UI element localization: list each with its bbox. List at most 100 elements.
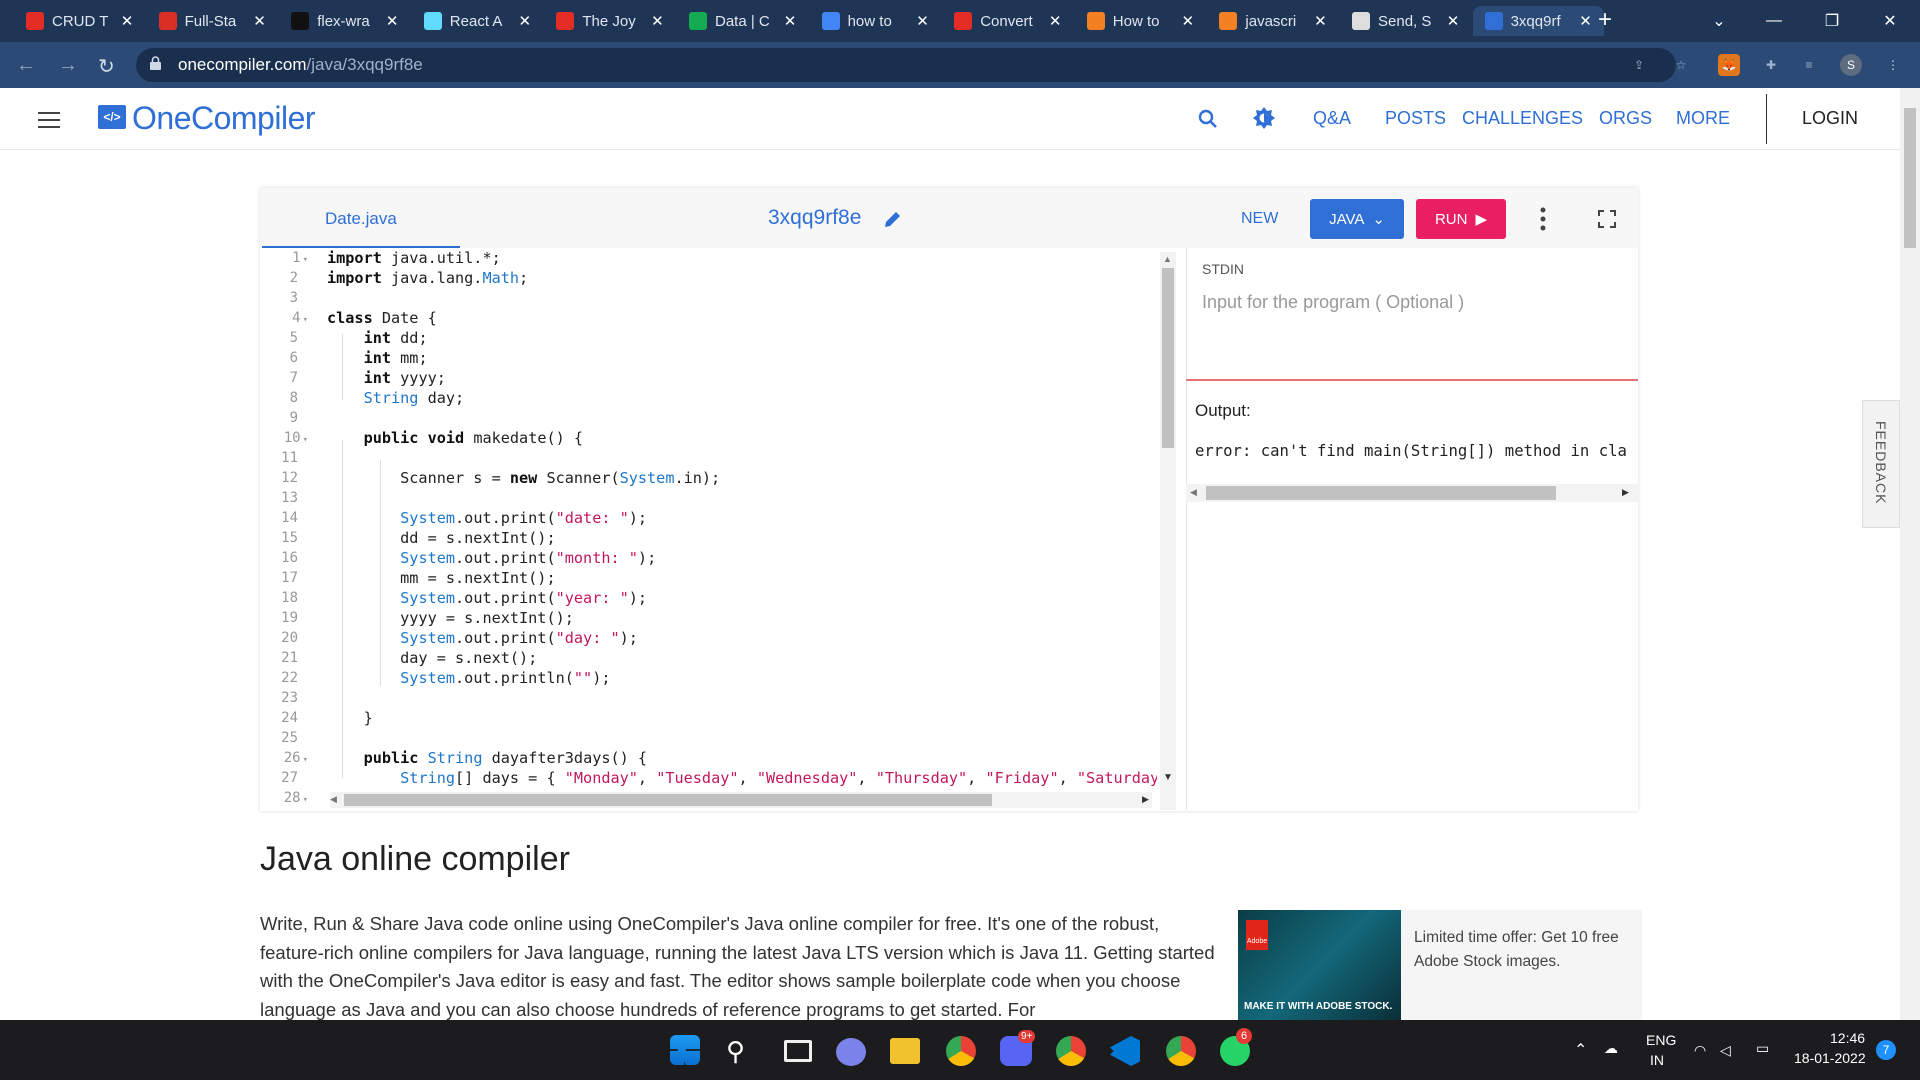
fold-arrow-icon[interactable]: ▾ [303,435,308,445]
close-icon[interactable]: ✕ [647,12,667,30]
hamburger-menu-icon[interactable] [38,112,60,128]
nav-more[interactable]: MORE [1676,108,1730,129]
close-icon[interactable]: ✕ [1443,12,1463,30]
browser-tab[interactable]: 3xqq9rf ✕ [1472,6,1604,36]
fold-arrow-icon[interactable]: ▾ [303,755,308,765]
site-logo[interactable]: OneCompiler [132,100,316,137]
feedback-tab[interactable]: FEEDBACK [1862,400,1900,528]
close-icon[interactable]: ✕ [250,12,270,30]
reload-icon[interactable]: ↻ [98,54,115,79]
browser-tab[interactable]: how to ✕ [810,6,941,36]
editor-horizontal-scroll-thumb[interactable] [344,794,992,806]
close-icon[interactable]: ✕ [780,12,800,30]
close-window-button[interactable]: ✕ [1861,0,1919,42]
fold-arrow-icon[interactable]: ▾ [303,315,308,325]
close-icon[interactable]: ✕ [117,12,137,30]
stdin-input[interactable]: Input for the program ( Optional ) [1202,292,1464,313]
browser-tab[interactable]: Convert ✕ [942,6,1073,36]
output-scroll-right-icon[interactable]: ▶ [1622,487,1629,498]
browser-tab[interactable]: How to ✕ [1075,6,1206,36]
nav-posts[interactable]: POSTS [1385,108,1446,129]
close-icon[interactable]: ✕ [1178,12,1198,30]
close-icon[interactable]: ✕ [515,12,535,30]
share-icon[interactable]: ⇪ [1628,54,1650,76]
project-name[interactable]: 3xqq9rf8e [768,206,861,230]
tray-chevron-icon[interactable]: ⌃ [1574,1040,1587,1060]
scroll-left-icon[interactable]: ◀ [330,794,337,805]
volume-icon[interactable]: ◁ [1720,1042,1731,1059]
close-icon[interactable]: ✕ [913,12,933,30]
chrome-profile-icon[interactable] [1056,1036,1086,1066]
close-icon[interactable]: ✕ [382,12,402,30]
browser-tab[interactable]: Data | C ✕ [677,6,808,36]
browser-tab[interactable]: The Joy ✕ [544,6,675,36]
forward-icon[interactable]: → [58,54,78,77]
login-link[interactable]: LOGIN [1802,108,1858,129]
page-scroll-thumb[interactable] [1904,108,1916,248]
browser-tab[interactable]: Full-Sta ✕ [147,6,278,36]
edit-pencil-icon[interactable] [882,208,904,230]
scroll-right-icon[interactable]: ▶ [1142,794,1149,805]
minimize-button[interactable]: — [1745,0,1803,42]
teams-chat-icon[interactable] [836,1038,866,1066]
language-top[interactable]: ENG [1646,1032,1676,1048]
output-scroll-left-icon[interactable]: ◀ [1190,487,1197,498]
editor-vertical-scroll-thumb[interactable] [1162,268,1174,448]
language-select[interactable]: JAVA ⌄ [1310,199,1404,239]
fold-arrow-icon[interactable]: ▾ [303,795,308,805]
file-explorer-icon[interactable] [890,1038,920,1064]
nav-orgs[interactable]: ORGS [1599,108,1652,129]
battery-icon[interactable]: ▭ [1756,1040,1769,1057]
browser-tab[interactable]: React A ✕ [412,6,543,36]
browser-tab[interactable]: Send, S ✕ [1340,6,1471,36]
notification-badge[interactable]: 7 [1876,1040,1896,1060]
nav-challenges[interactable]: CHALLENGES [1462,108,1583,129]
extensions-puzzle-icon[interactable]: ✚ [1760,54,1782,76]
close-icon[interactable]: ✕ [1310,12,1330,30]
browser-tab[interactable]: flex-wra ✕ [279,6,410,36]
search-icon[interactable] [1197,108,1219,130]
taskbar-search-icon[interactable]: ⚲ [726,1036,758,1068]
tab-search-icon[interactable]: ⌄ [1690,0,1748,42]
language-bottom[interactable]: IN [1650,1052,1664,1068]
line-number-text: 9 [289,410,298,426]
chrome-second-profile-icon[interactable] [1166,1036,1196,1066]
scroll-down-icon[interactable]: ▼ [1163,772,1173,783]
browser-tab[interactable]: javascri ✕ [1207,6,1338,36]
ad-text[interactable]: Limited time offer: Get 10 free Adobe St… [1414,926,1624,974]
onedrive-icon[interactable]: ☁ [1604,1040,1618,1057]
browser-menu-icon[interactable]: ⋮ [1882,54,1904,76]
chrome-icon[interactable] [946,1036,976,1066]
mongodb-icon [689,12,707,30]
code-line: int mm; [363,349,428,367]
new-button[interactable]: NEW [1241,210,1278,228]
clock-time[interactable]: 12:46 [1830,1030,1865,1046]
task-view-icon[interactable] [784,1040,812,1062]
url-text[interactable]: onecompiler.com/java/3xqq9rf8e [178,55,423,75]
bookmark-star-icon[interactable]: ☆ [1670,54,1692,76]
line-number: 27 [260,768,308,788]
stdin-underline [1186,379,1638,381]
more-options-icon[interactable] [1540,206,1546,232]
scroll-up-icon[interactable]: ▲ [1163,254,1172,264]
file-tab[interactable]: Date.java [325,209,397,229]
theme-toggle-icon[interactable] [1252,106,1276,130]
close-icon[interactable]: ✕ [1576,12,1596,30]
onecompiler-logo-icon[interactable]: </> [98,105,126,129]
metamask-extension-icon[interactable]: 🦊 [1718,54,1740,76]
back-icon[interactable]: ← [16,54,36,77]
run-button[interactable]: RUN ▶ [1416,199,1506,239]
restore-button[interactable]: ❐ [1803,0,1861,42]
clock-date[interactable]: 18-01-2022 [1794,1050,1866,1066]
fullscreen-icon[interactable] [1598,210,1616,228]
wifi-icon[interactable]: ◠ [1694,1042,1706,1059]
browser-tab[interactable]: CRUD T ✕ [14,6,145,36]
output-scroll-thumb[interactable] [1206,486,1556,500]
line-number-text: 11 [281,450,298,466]
nav-qa[interactable]: Q&A [1313,108,1351,129]
profile-avatar[interactable]: S [1840,54,1862,76]
new-tab-button[interactable]: + [1598,6,1612,34]
fold-arrow-icon[interactable]: ▾ [303,255,308,265]
close-icon[interactable]: ✕ [1045,12,1065,30]
reading-list-icon[interactable]: ≡ [1798,54,1820,76]
